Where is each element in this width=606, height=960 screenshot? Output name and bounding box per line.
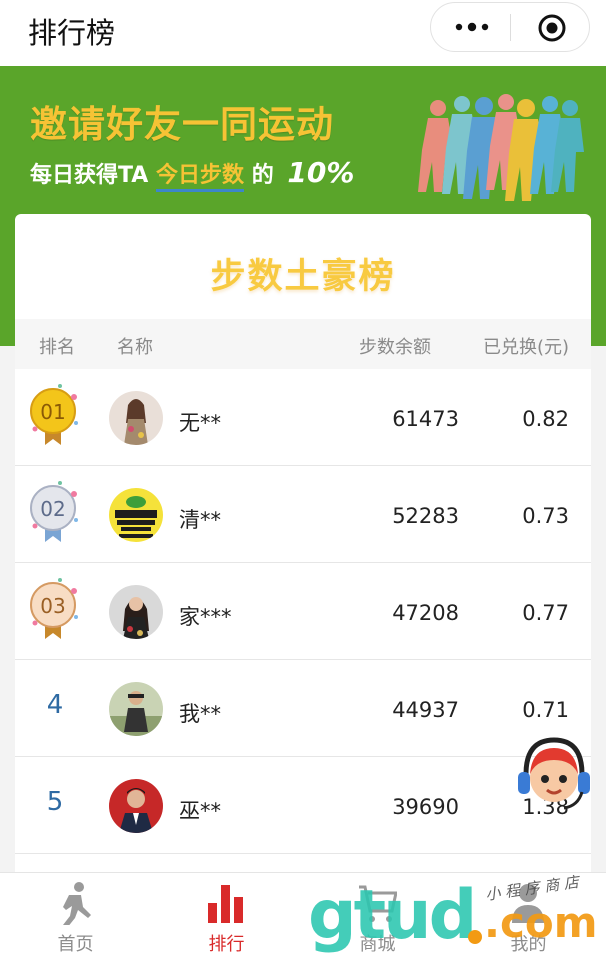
column-exchanged: 已兑换(元) (483, 337, 570, 358)
steps-balance: 44937 (392, 698, 459, 722)
table-row[interactable]: 4 我** 44937 0.71 (15, 660, 591, 757)
tab-ranking[interactable]: 排行 (151, 873, 302, 960)
avatar (109, 779, 163, 833)
avatar (109, 682, 163, 736)
rank-number: 4 (46, 690, 64, 720)
tab-mine[interactable]: 我的 (453, 873, 604, 960)
banner-subtitle-prefix: 每日获得TA (30, 163, 149, 188)
customer-service-icon[interactable] (512, 734, 596, 818)
steps-balance: 39690 (392, 795, 459, 819)
steps-balance: 61473 (392, 407, 459, 431)
table-row[interactable]: 5 巫** 39690 1.38 (15, 757, 591, 854)
banner-title: 邀请好友一同运动 (30, 103, 334, 146)
user-name: 无** (179, 411, 221, 435)
rank-label: 03 (40, 594, 65, 618)
banner-subtitle-mid: 的 (251, 163, 274, 188)
column-name: 名称 (117, 337, 153, 358)
avatar (109, 391, 163, 445)
exchanged-amount: 0.71 (522, 698, 569, 722)
user-name: 家*** (179, 605, 232, 629)
avatar (109, 585, 163, 639)
card-title: 步数土豪榜 (210, 257, 396, 297)
tab-label: 排行 (208, 934, 245, 955)
avatar (109, 488, 163, 542)
user-name: 巫** (179, 799, 221, 823)
rank-number: 5 (46, 787, 64, 817)
runners-illustration (418, 94, 584, 201)
exchanged-amount: 0.77 (522, 601, 569, 625)
column-steps: 步数余额 (359, 337, 431, 358)
table-row[interactable]: 02 清** 52283 0.73 (15, 466, 591, 563)
tab-label: 我的 (510, 934, 547, 955)
gold-medal-icon: 01 (30, 384, 78, 445)
steps-balance: 47208 (392, 601, 459, 625)
tab-home[interactable]: 首页 (0, 873, 151, 960)
ranking-card: 步数土豪榜 排名 名称 步数余额 已兑换(元) 01 无** 61473 0.8… (15, 214, 591, 914)
tab-shop[interactable]: 商城 (302, 873, 453, 960)
user-name: 清** (179, 508, 221, 532)
more-dots-icon[interactable] (449, 15, 495, 39)
tab-label: 商城 (359, 934, 396, 955)
exchanged-amount: 0.82 (522, 407, 569, 431)
rank-label: 01 (40, 400, 65, 424)
bottom-tab-bar: 首页 排行 商城 我的 (0, 872, 606, 960)
shopping-cart-icon (359, 885, 397, 922)
user-name: 我** (179, 702, 221, 726)
rank-label: 02 (40, 497, 65, 521)
runner-icon (63, 882, 91, 925)
bar-chart-icon (208, 885, 243, 923)
banner-subtitle-highlight: 今日步数 (156, 163, 245, 192)
exchanged-amount: 0.73 (522, 504, 569, 528)
steps-balance: 52283 (392, 504, 459, 528)
table-row[interactable]: 03 家*** 47208 0.77 (15, 563, 591, 660)
column-rank: 排名 (39, 337, 75, 358)
table-row[interactable]: 01 无** 61473 0.82 (15, 369, 591, 466)
target-circle-icon[interactable] (537, 13, 567, 43)
table-header: 排名 名称 步数余额 已兑换(元) (15, 319, 591, 369)
mini-program-capsule (430, 2, 590, 52)
top-navbar: 排行榜 (0, 0, 606, 66)
banner-subtitle: 每日获得TA 今日步数 的 10% (30, 156, 355, 192)
banner-percent: 10% (287, 156, 355, 189)
user-icon (512, 884, 544, 923)
bronze-medal-icon: 03 (30, 578, 78, 639)
tab-label: 首页 (57, 934, 94, 955)
silver-medal-icon: 02 (30, 481, 78, 542)
capsule-divider (510, 14, 511, 41)
page-title: 排行榜 (28, 16, 116, 50)
